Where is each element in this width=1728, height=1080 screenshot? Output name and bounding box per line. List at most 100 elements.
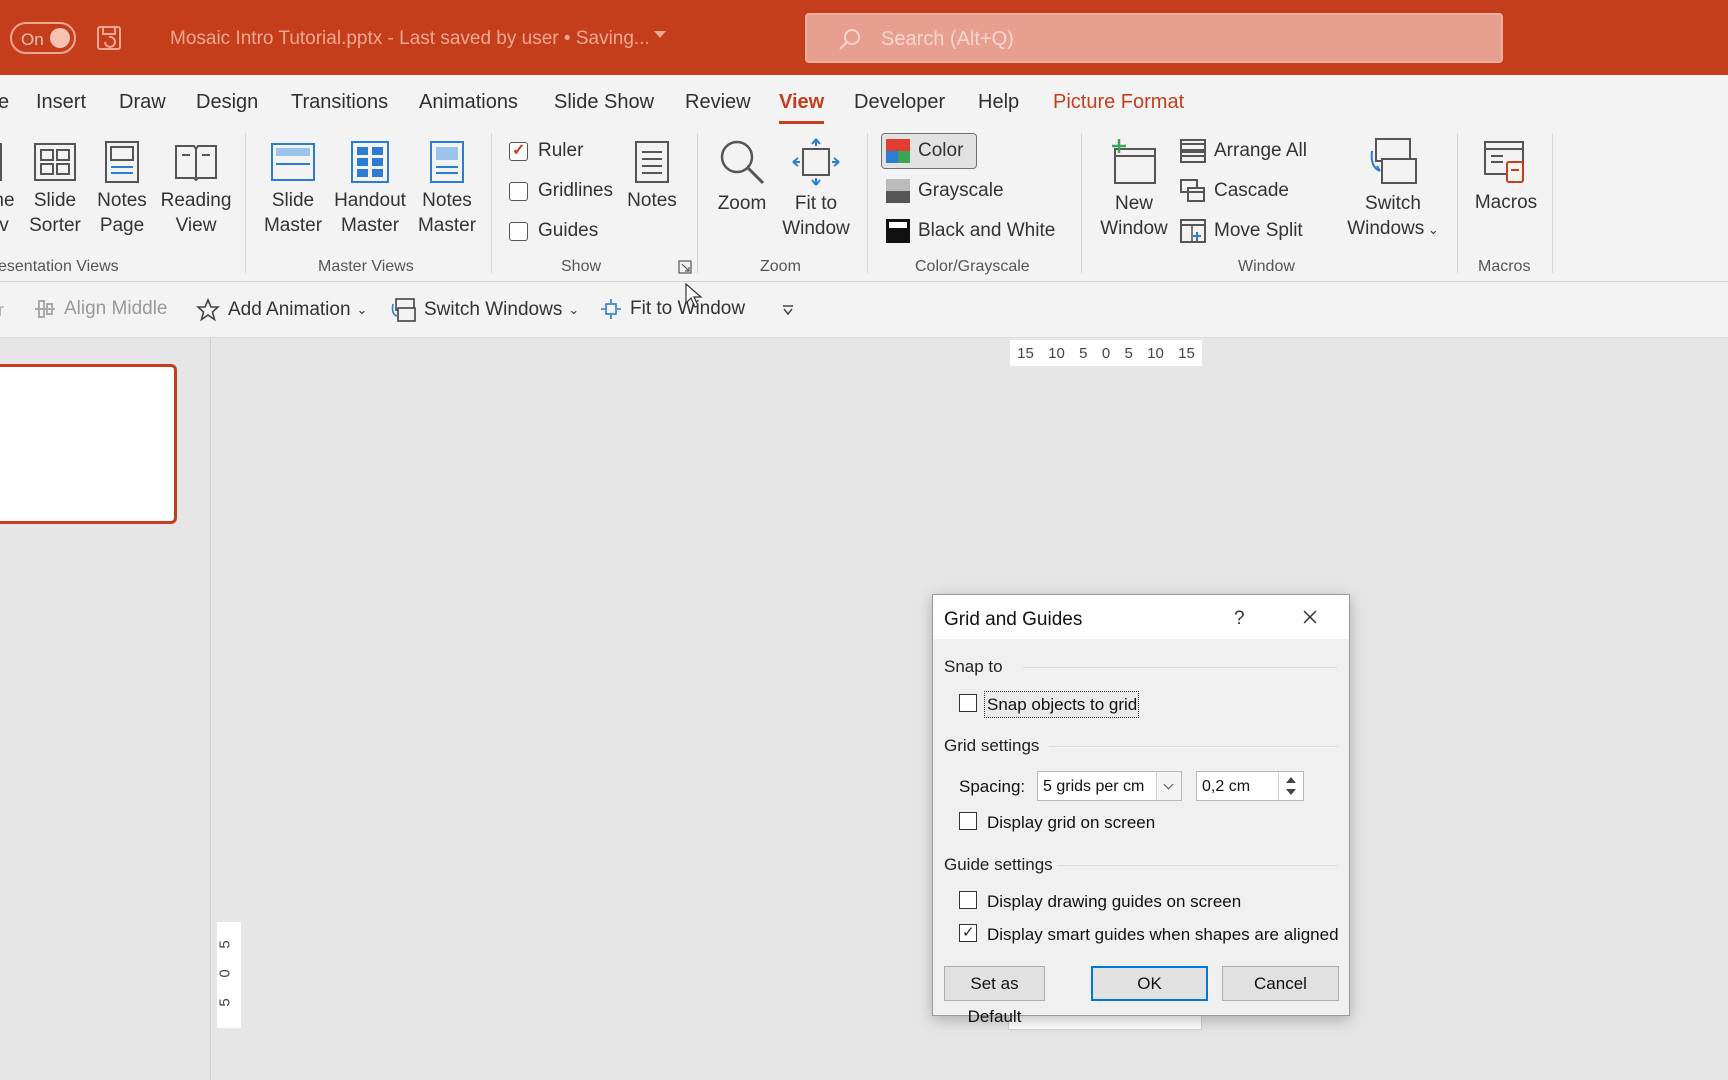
tab-help[interactable]: Help [978,91,1019,114]
tab-insert[interactable]: Insert [36,91,86,114]
decrement-arrow-icon[interactable] [1286,789,1296,795]
spacing-stepper[interactable]: 0,2 cm [1196,771,1304,801]
tab-transitions[interactable]: Transitions [291,91,388,114]
spacing-stepper-value[interactable]: 0,2 cm [1202,778,1250,796]
set-as-default-button[interactable]: Set as Default [944,966,1045,1026]
fit-to-window-button[interactable]: Fit to Window [778,137,854,241]
switch-windows-qat-button[interactable]: Switch Windows ⌄ [390,298,579,322]
tab-slide-show[interactable]: Slide Show [554,91,654,114]
slide-master-button[interactable]: Slide Master [258,140,328,238]
search-input[interactable]: Search (Alt+Q) [805,13,1503,63]
ruler-checkbox[interactable]: Ruler [509,135,583,167]
snap-objects-label[interactable]: Snap objects to grid [987,695,1137,715]
reading-view-button[interactable]: Reading View [158,140,234,238]
align-middle-button[interactable]: Align Middle [34,298,168,320]
button-label: Windows [1347,218,1425,239]
button-label: Reading [160,190,232,211]
ruler-tick-label: 15 [1178,344,1195,362]
section-guide-settings: Guide settings [944,855,1053,874]
cancel-button[interactable]: Cancel [1222,966,1339,1001]
button-label: Macros [1474,192,1538,213]
slide-thumbnail[interactable] [0,364,177,524]
gridlines-checkbox[interactable]: Gridlines [509,175,613,207]
button-label: Window [1100,218,1168,239]
ok-button[interactable]: OK [1091,966,1208,1001]
customize-toolbar-icon[interactable] [781,303,795,317]
help-button[interactable]: ? [1234,608,1245,630]
switch-windows-icon [1370,138,1417,184]
button-label: Notes [422,190,472,211]
mouse-cursor-icon [685,283,703,308]
group-label-show: Show [561,258,602,275]
section-snap-to: Snap to [944,657,1003,676]
tab-animations[interactable]: Animations [419,91,518,114]
move-split-button[interactable]: Move Split [1180,215,1303,247]
group-separator [867,133,868,273]
display-smart-guides-checkbox[interactable] [959,923,977,942]
notes-button[interactable]: Notes [622,140,682,213]
display-smart-guides-label[interactable]: Display smart guides when shapes are ali… [987,925,1339,945]
display-drawing-guides-checkbox[interactable] [959,891,977,909]
slide-sorter-button[interactable]: Slide Sorter [28,140,82,238]
grid-and-guides-dialog: Grid and Guides ? Snap to Snap objects t… [932,594,1350,1026]
button-label: Black and White [918,220,1056,241]
chevron-down-icon[interactable] [1156,772,1181,800]
cascade-button[interactable]: Cascade [1180,175,1289,207]
new-window-button[interactable]: New Window [1094,137,1174,241]
notes-master-button[interactable]: Notes Master [414,140,480,238]
tab-review[interactable]: Review [685,91,751,114]
button-label: Cascade [1214,180,1289,201]
display-drawing-guides-label[interactable]: Display drawing guides on screen [987,892,1241,912]
spacing-select[interactable]: 5 grids per cm [1037,771,1182,801]
add-animation-button[interactable]: Add Animation ⌄ [196,298,367,322]
save-icon[interactable] [96,25,122,51]
group-separator [245,133,246,273]
grayscale-button[interactable]: Grayscale [886,175,1004,207]
dialog-title-bar[interactable]: Grid and Guides ? [933,595,1349,639]
chevron-down-icon[interactable] [654,31,666,38]
tab-draw[interactable]: Draw [119,91,166,114]
reading-view-icon [175,145,217,182]
display-grid-label[interactable]: Display grid on screen [987,813,1155,833]
checkbox-icon [509,221,528,241]
close-icon[interactable] [1302,609,1318,625]
notes-page-button[interactable]: Notes Page [94,140,150,238]
button-label: Sorter [29,215,81,236]
tab-view[interactable]: View [779,91,825,124]
ruler-tick-label: 10 [1147,344,1164,362]
ribbon-tabs: e Insert Draw Design Transitions Animati… [0,75,1728,125]
tab-design[interactable]: Design [196,91,258,114]
notes-page-icon [105,141,139,183]
notes-master-icon [430,141,464,183]
checkbox-checked-icon [509,140,528,161]
fit-to-window-qat-button[interactable]: Fit to Window [600,298,745,320]
tab-picture-format[interactable]: Picture Format [1053,91,1184,114]
autosave-toggle[interactable]: On [10,22,76,54]
zoom-button[interactable]: Zoom [712,137,772,216]
macros-button[interactable]: Macros [1470,140,1542,215]
checkbox-label: Ruler [538,140,584,161]
tab-file[interactable]: e [0,91,9,114]
guides-checkbox[interactable]: Guides [509,215,598,247]
arrange-all-button[interactable]: Arrange All [1180,135,1307,167]
snap-objects-checkbox[interactable] [959,694,977,712]
black-and-white-button[interactable]: Black and White [886,215,1055,247]
switch-windows-button[interactable]: Switch Windows ⌄ [1338,137,1448,242]
document-title[interactable]: Mosaic Intro Tutorial.pptx - Last saved … [170,28,650,50]
autosave-label: On [21,30,44,49]
tab-developer[interactable]: Developer [854,91,945,114]
vertical-ruler: 5 0 5 [217,922,241,1028]
group-label-presentation-views: esentation Views [0,258,119,275]
handout-master-button[interactable]: Handout Master [330,140,410,238]
dialog-launcher-icon[interactable] [678,260,692,274]
button-label: Page [99,215,145,236]
slide-master-icon [271,143,315,181]
display-grid-checkbox[interactable] [959,812,977,830]
button-label: Master [340,215,400,236]
color-button[interactable]: Color [886,135,963,167]
group-separator [491,133,492,273]
section-divider [1057,865,1338,866]
increment-arrow-icon[interactable] [1286,777,1296,783]
normal-view-button[interactable]: ne v [0,140,20,238]
ruler-tick-label: 5 [1079,344,1088,362]
